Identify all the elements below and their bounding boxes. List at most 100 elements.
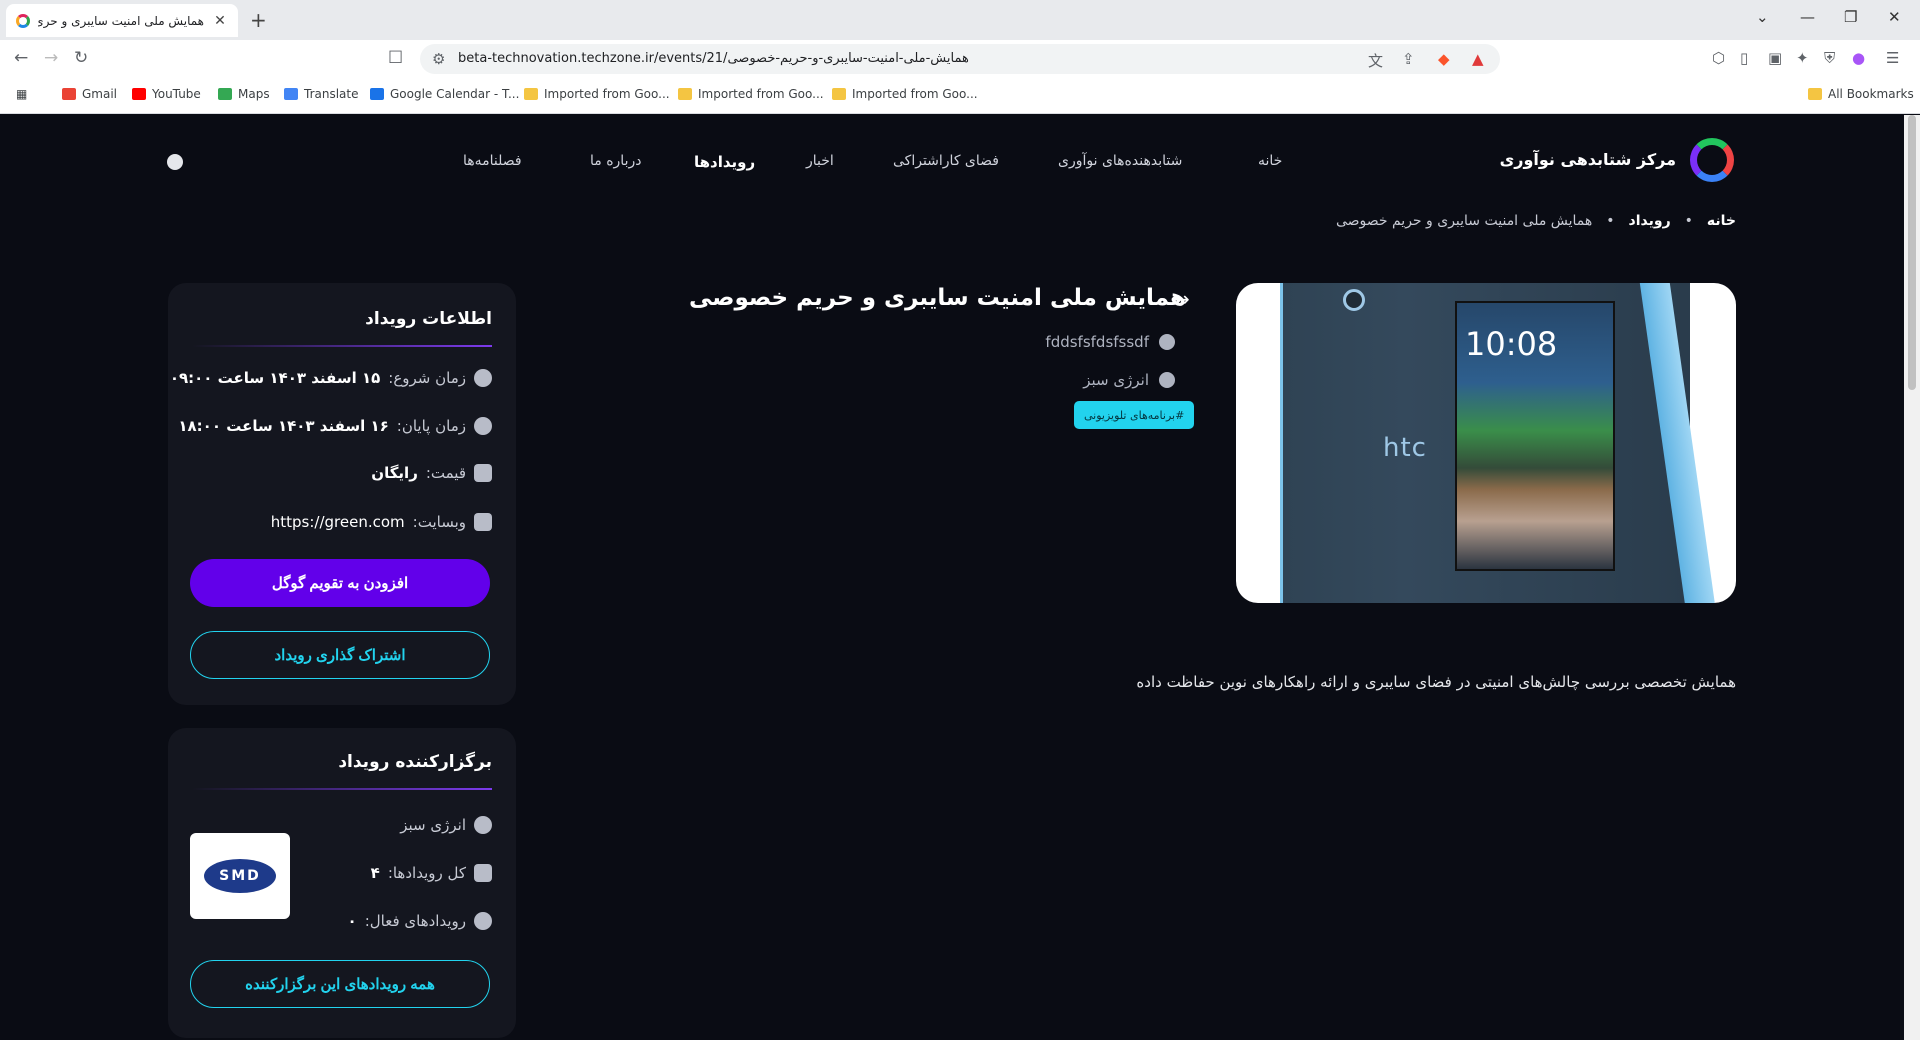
browser-toolbar: ← → ↻ ☐ ⚙ beta-technovation.techzone.ir/… [0,40,1920,78]
share-event-button[interactable]: اشتراک گذاری رویداد [190,631,490,679]
nav-about[interactable]: درباره ما [590,153,641,169]
end-time-row: زمان پایان: ۱۶ اسفند ۱۴۰۳ ساعت ۱۸:۰۰ [178,417,492,435]
wallet-icon[interactable]: ▣ [1768,49,1782,67]
organizer-name[interactable]: انرژی سبز [400,816,466,834]
clock-end-icon [474,417,492,435]
event-organizer: انرژی سبز [1083,371,1175,389]
nav-coworking[interactable]: فضای کاراشتراکی [893,153,999,169]
folder-icon [678,88,692,100]
minimize-icon[interactable]: — [1800,8,1815,26]
folder-icon [524,88,538,100]
bookmarks-bar: ▦ Gmail YouTube Maps Translate Google Ca… [0,78,1920,114]
share-icon[interactable]: ⇪ [1402,50,1415,68]
nav-accelerators[interactable]: شتابدهنده‌های نوآوری [1058,153,1182,169]
organizer-name-row: انرژی سبز [400,816,492,834]
site-logo-icon[interactable] [1690,138,1734,182]
site-favicon-icon [16,13,30,28]
bookmark-folder-1[interactable]: Imported from Goo... [524,87,670,101]
title-underline [192,788,492,790]
nav-events[interactable]: رویدادها [694,153,755,171]
bookmark-gmail[interactable]: Gmail [62,87,117,101]
url-text: beta-technovation.techzone.ir/events/21/… [458,51,969,66]
add-to-google-calendar-button[interactable]: افزودن به تقویم گوگل [190,559,490,607]
phone-edge [1639,283,1717,603]
all-bookmarks[interactable]: All Bookmarks [1808,87,1914,101]
breadcrumb-event[interactable]: رویداد [1629,213,1671,229]
folder-icon [1808,88,1822,100]
brave-rewards-icon[interactable]: ▲ [1472,50,1484,68]
extensions-icon[interactable]: ⬡ [1712,49,1725,67]
start-time-row: زمان شروع: ۱۵ اسفند ۱۴۰۳ ساعت ۰۹:۰۰ [170,369,492,387]
gmail-icon [62,88,76,100]
forward-icon[interactable]: → [44,48,58,68]
event-info-card: اطلاعات رویداد زمان شروع: ۱۵ اسفند ۱۴۰۳ … [168,283,516,705]
restore-icon[interactable]: ❐ [1844,8,1857,26]
breadcrumb-separator: • [1684,213,1693,229]
bookmark-maps[interactable]: Maps [218,87,270,101]
browser-tab[interactable]: همایش ملی امنیت سایبری و حری... ✕ [6,4,238,37]
back-icon[interactable]: ← [14,48,28,68]
web-page: مرکز شتابدهی نوآوری خانه شتابدهنده‌های ن… [0,115,1904,1040]
bookmark-page-icon[interactable]: ☐ [388,48,403,68]
organizer-card-title: برگزارکننده رویداد [338,752,492,772]
site-settings-icon[interactable]: ⚙ [432,50,445,68]
info-card-title: اطلاعات رویداد [365,309,492,329]
leo-ai-icon[interactable]: ✦ [1796,49,1809,67]
calendar-icon [370,88,384,100]
search-icon[interactable] [167,154,183,170]
phone-photo: htc 10:08 [1280,283,1717,603]
all-organizer-events-button[interactable]: همه رویدادهای این برگزارکننده [190,960,490,1008]
profile-icon[interactable]: ● [1852,49,1865,67]
apps-icon[interactable]: ▦ [16,87,27,101]
event-image: htc 10:08 [1236,283,1736,603]
bookmark-translate[interactable]: Translate [284,87,359,101]
website-link[interactable]: https://green.com [271,513,405,531]
tab-search-chevron-icon[interactable]: ⌄ [1756,8,1769,26]
youtube-icon [132,88,146,100]
price-label: قیمت: [425,464,466,482]
browser-tab-bar: همایش ملی امنیت سایبری و حری... ✕ + ⌄ — … [0,0,1920,40]
phone-brand-text: htc [1383,433,1427,463]
location-icon [1159,334,1175,350]
translate-icon[interactable]: 文 [1368,50,1383,71]
total-events-row: کل رویدادها: ۴ [371,864,492,882]
money-icon [474,464,492,482]
total-events-label: کل رویدادها: [387,864,466,882]
bookmark-folder-2[interactable]: Imported from Goo... [678,87,824,101]
price-row: قیمت: رایگان [371,464,492,482]
bookmark-youtube[interactable]: YouTube [132,87,201,101]
title-underline [192,345,492,347]
scrollbar-thumb[interactable] [1908,115,1916,390]
close-tab-icon[interactable]: ✕ [212,13,228,29]
presentation-icon [474,864,492,882]
user-voice-icon [1159,372,1175,388]
price-value: رایگان [371,464,418,482]
active-events-row: رویدادهای فعال: ۰ [348,912,492,930]
tab-title: همایش ملی امنیت سایبری و حری... [38,13,204,28]
organizer-logo-text: SMD [204,859,276,893]
brave-shields-icon[interactable]: ◆ [1438,50,1450,68]
user-voice-icon [474,816,492,834]
website-label: وبسایت: [412,513,466,531]
nav-quarterlies[interactable]: فصلنامه‌ها [463,153,522,169]
vpn-icon[interactable]: ⛨ [1824,49,1835,67]
phone-screen: 10:08 [1455,301,1615,571]
reload-icon[interactable]: ↻ [74,48,88,68]
menu-icon[interactable]: ☰ [1886,49,1899,67]
folder-icon [832,88,846,100]
close-window-icon[interactable]: ✕ [1888,8,1901,26]
event-tag[interactable]: #برنامه‌های تلویزیونی [1074,401,1195,429]
address-bar[interactable]: ⚙ beta-technovation.techzone.ir/events/2… [420,44,1500,74]
nav-news[interactable]: اخبار [806,153,834,169]
site-name[interactable]: مرکز شتابدهی نوآوری [1500,150,1676,169]
bookmark-calendar[interactable]: Google Calendar - T... [370,87,519,101]
bookmark-folder-3[interactable]: Imported from Goo... [832,87,978,101]
total-events-value: ۴ [370,864,380,882]
nav-home[interactable]: خانه [1258,153,1282,169]
page-scrollbar[interactable] [1904,115,1920,1040]
phone-clock-text: 10:08 [1465,325,1558,363]
new-tab-icon[interactable]: + [250,8,267,32]
sidebar-icon[interactable]: ▯ [1740,49,1748,67]
maps-icon [218,88,232,100]
breadcrumb-home[interactable]: خانه [1707,213,1736,229]
